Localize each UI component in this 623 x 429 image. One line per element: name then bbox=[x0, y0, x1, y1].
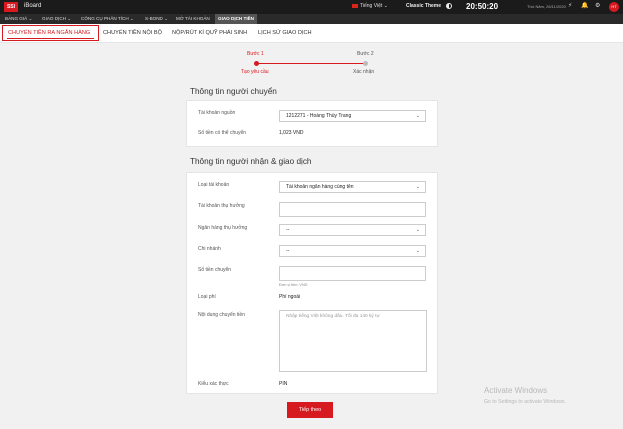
date: Thứ Năm, 26/11/2020 bbox=[527, 4, 566, 9]
available-balance-value: 1,023 VND bbox=[279, 130, 304, 136]
chevron-down-icon: ⌄ bbox=[415, 184, 420, 190]
next-button[interactable]: Tiếp theo bbox=[287, 402, 333, 418]
content-placeholder: Nhập tiếng Việt không dấu. Tối đa 140 ký… bbox=[286, 314, 380, 319]
beneficiary-bank-value: -- bbox=[286, 227, 290, 233]
auth-type-value: PIN bbox=[279, 381, 288, 387]
nav-mo-tai-khoan[interactable]: MỞ TÀI KHOẢN bbox=[173, 14, 213, 24]
amount-input[interactable] bbox=[279, 266, 426, 281]
theme-toggle-icon[interactable] bbox=[446, 3, 452, 9]
beneficiary-bank-select[interactable]: -- ⌄ bbox=[279, 224, 426, 236]
language-selector[interactable]: Tiếng Việt ⌄ bbox=[352, 3, 388, 9]
available-balance-label: Số tiền có thể chuyển bbox=[198, 130, 247, 136]
beneficiary-account-label: Tài khoản thụ hưởng bbox=[198, 203, 245, 209]
source-account-value: 1212271 - Hoàng Thùy Trang bbox=[286, 113, 352, 119]
sub-tabs: CHUYỂN TIỀN RA NGÂN HÀNG CHUYỂN TIỀN NỘI… bbox=[0, 24, 623, 43]
tab-lich-su-giao-dich[interactable]: LỊCH SỬ GIAO DỊCH bbox=[258, 30, 312, 36]
bell-icon[interactable]: 🔔 bbox=[581, 2, 588, 9]
watermark-title: Activate Windows bbox=[484, 386, 548, 395]
branch-select[interactable]: -- ⌄ bbox=[279, 245, 426, 257]
nav-giao-dich[interactable]: GIAO DỊCH ⌄ bbox=[39, 14, 74, 24]
account-type-select[interactable]: Tài khoản ngân hàng cùng tên ⌄ bbox=[279, 181, 426, 193]
content-textarea[interactable]: Nhập tiếng Việt không dấu. Tối đa 140 ký… bbox=[279, 310, 427, 372]
step1-dot bbox=[254, 61, 259, 66]
auth-type-label: Kiểu xác thực bbox=[198, 381, 229, 387]
sender-card bbox=[186, 100, 438, 147]
fee-type-value: Phí ngoài bbox=[279, 294, 301, 300]
stepper-line bbox=[256, 63, 365, 64]
branch-value: -- bbox=[286, 248, 290, 254]
account-type-label: Loại tài khoản bbox=[198, 182, 230, 188]
chevron-down-icon: ⌄ bbox=[415, 227, 420, 233]
flag-icon bbox=[352, 3, 358, 8]
tab-chuyen-tien-noi-bo[interactable]: CHUYỂN TIỀN NỘI BỘ bbox=[103, 30, 162, 36]
amount-label: Số tiền chuyển bbox=[198, 267, 232, 273]
step1-desc: Tạo yêu cầu bbox=[241, 69, 269, 75]
active-tab-underline bbox=[7, 38, 94, 39]
receiver-section-title: Thông tin người nhận & giao dịch bbox=[190, 157, 312, 166]
clock: 20:50:20 bbox=[466, 2, 499, 11]
source-account-label: Tài khoản nguồn bbox=[198, 110, 236, 116]
avatar[interactable]: HT bbox=[609, 2, 619, 12]
watermark-subtitle: Go to Settings to activate Windows. bbox=[484, 399, 566, 405]
nav-bang-gia[interactable]: BẢNG GIÁ ⌄ bbox=[2, 14, 35, 24]
step1-title: Bước 1 bbox=[247, 51, 264, 57]
settings-icon[interactable]: ⚙ bbox=[595, 2, 600, 9]
app-name: iBoard bbox=[24, 3, 42, 9]
branch-label: Chi nhánh bbox=[198, 246, 221, 252]
source-account-select[interactable]: 1212271 - Hoàng Thùy Trang ⌄ bbox=[279, 110, 426, 122]
main-nav: BẢNG GIÁ ⌄ GIAO DỊCH ⌄ CÔNG CỤ PHÂN TÍCH… bbox=[0, 14, 623, 24]
chevron-down-icon: ⌄ bbox=[415, 248, 420, 254]
step2-dot bbox=[363, 61, 368, 66]
fee-type-label: Loại phí bbox=[198, 294, 216, 300]
content-label: Nội dung chuyển tiền bbox=[198, 312, 245, 318]
nav-cong-cu-phan-tich[interactable]: CÔNG CỤ PHÂN TÍCH ⌄ bbox=[78, 14, 137, 24]
sender-section-title: Thông tin người chuyển bbox=[190, 87, 277, 96]
flash-icon[interactable]: ⚡ bbox=[568, 2, 572, 9]
beneficiary-account-input[interactable] bbox=[279, 202, 426, 217]
tab-chuyen-tien-ra-ngan-hang[interactable]: CHUYỂN TIỀN RA NGÂN HÀNG bbox=[8, 30, 90, 36]
nav-s-bond[interactable]: S-BOND ⌄ bbox=[142, 14, 171, 24]
tab-nop-rut-ki-quy-phai-sinh[interactable]: NỘP/RÚT KÍ QUỸ PHÁI SINH bbox=[172, 30, 247, 36]
nav-giao-dich-tien[interactable]: GIAO DỊCH TIỀN bbox=[215, 14, 257, 24]
step2-title: Bước 2 bbox=[357, 51, 374, 57]
beneficiary-bank-label: Ngân hàng thụ hưởng bbox=[198, 225, 248, 231]
theme-label[interactable]: Classic Theme bbox=[406, 3, 441, 9]
account-type-value: Tài khoản ngân hàng cùng tên bbox=[286, 184, 354, 190]
ssi-logo[interactable]: SSI bbox=[4, 2, 18, 12]
step2-desc: Xác nhận bbox=[353, 69, 375, 75]
top-bar: SSI iBoard Tiếng Việt ⌄ Classic Theme 20… bbox=[0, 0, 623, 14]
language-label: Tiếng Việt bbox=[360, 3, 383, 9]
chevron-down-icon: ⌄ bbox=[415, 113, 420, 119]
amount-unit-hint: Đơn vị tiền: VND bbox=[279, 283, 308, 287]
